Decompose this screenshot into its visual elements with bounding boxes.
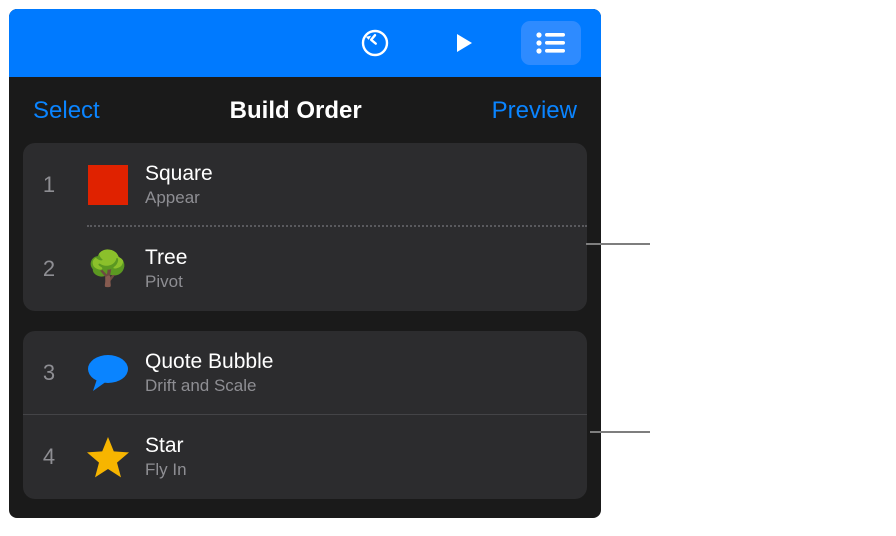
build-group-1: 1 Square Appear 2 🌳 Tree Pivot	[23, 143, 587, 311]
animation-list-button[interactable]	[521, 21, 581, 65]
subheader: Select Build Order Preview	[9, 77, 601, 143]
build-item-effect: Fly In	[145, 460, 187, 480]
undo-button[interactable]	[345, 21, 405, 65]
build-number: 3	[27, 360, 71, 386]
list-icon	[534, 30, 568, 56]
build-item[interactable]: 1 Square Appear	[23, 143, 587, 227]
build-list: 1 Square Appear 2 🌳 Tree Pivot	[9, 143, 601, 499]
build-item-effect: Pivot	[145, 272, 187, 292]
build-item[interactable]: 3 Quote Bubble Drift and Scale	[23, 331, 587, 415]
callout-line	[586, 243, 650, 245]
toolbar	[9, 9, 601, 77]
build-number: 4	[27, 444, 71, 470]
select-button[interactable]: Select	[33, 97, 100, 125]
tree-icon: 🌳	[85, 246, 131, 292]
panel-title: Build Order	[230, 97, 362, 125]
build-item[interactable]: 4 Star Fly In	[23, 415, 587, 499]
build-number: 1	[27, 172, 71, 198]
square-icon	[85, 162, 131, 208]
play-icon	[450, 30, 476, 56]
undo-icon	[360, 28, 390, 58]
build-item-effect: Appear	[145, 188, 213, 208]
build-item-name: Square	[145, 162, 213, 186]
star-icon	[85, 434, 131, 480]
build-item-name: Tree	[145, 246, 187, 270]
preview-button[interactable]: Preview	[492, 97, 577, 125]
callout-line	[590, 431, 650, 433]
build-item-name: Quote Bubble	[145, 350, 273, 374]
build-number: 2	[27, 256, 71, 282]
build-item[interactable]: 2 🌳 Tree Pivot	[23, 227, 587, 311]
speech-bubble-icon	[85, 350, 131, 396]
play-button[interactable]	[433, 21, 493, 65]
build-group-2: 3 Quote Bubble Drift and Scale 4	[23, 331, 587, 499]
build-item-effect: Drift and Scale	[145, 376, 273, 396]
build-order-panel: Select Build Order Preview 1 Square Appe…	[9, 9, 601, 518]
build-item-name: Star	[145, 434, 187, 458]
